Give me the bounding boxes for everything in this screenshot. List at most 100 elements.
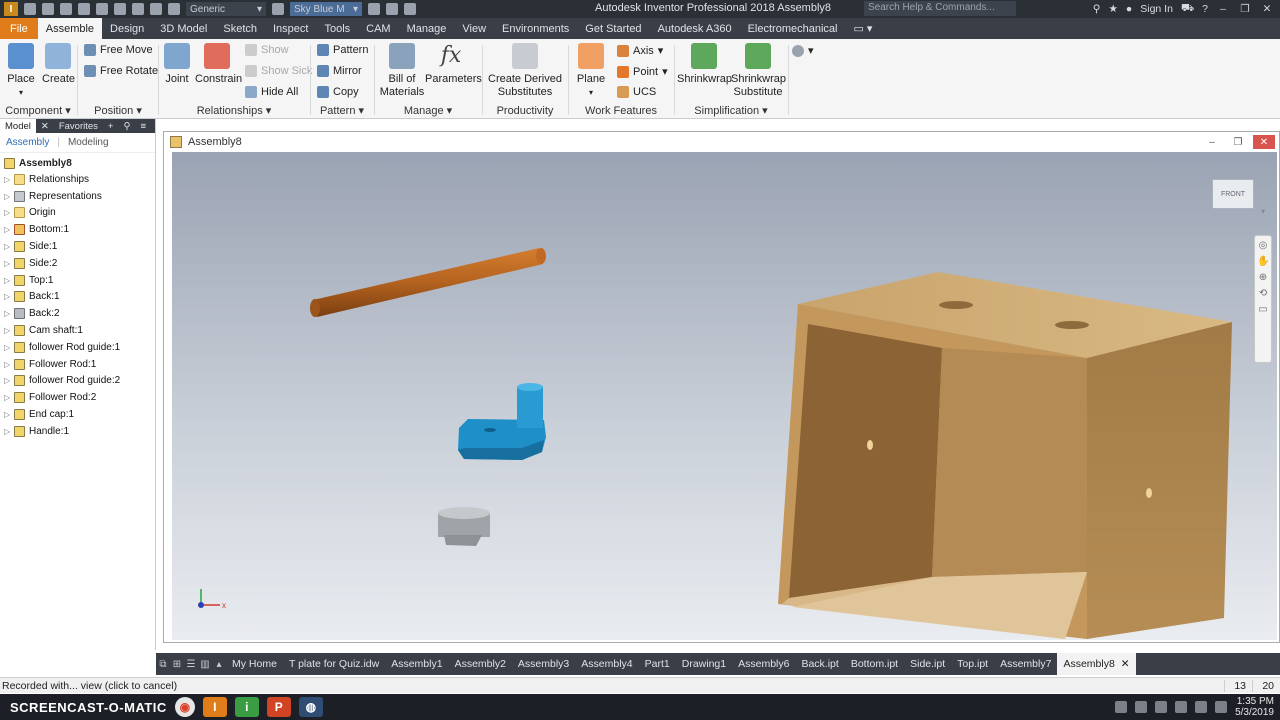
cart-icon[interactable]: ⛟ [1181,2,1194,16]
shrinkwrap-button[interactable]: Shrinkwrap [677,43,732,86]
bill-of-materials-button[interactable]: Bill of Materials [379,43,425,99]
expand-icon[interactable]: ▷ [4,360,10,369]
tree-node-top-1[interactable]: ▷ Top:1 [0,272,155,289]
expand-icon[interactable]: ▷ [4,410,10,419]
group-label-manage[interactable]: Manage ▾ [375,104,481,117]
group-label-relationships[interactable]: Relationships ▾ [159,104,309,117]
star-icon[interactable]: ★ [1108,3,1117,15]
volume-icon[interactable] [1215,701,1228,713]
shrinkwrap-substitute-button[interactable]: Shrinkwrap Substitute [731,43,786,99]
tree-node-cam-shaft-1[interactable]: ▷ Cam shaft:1 [0,322,155,339]
tab-autodesk-a360[interactable]: Autodesk A360 [650,18,740,39]
subtab-assembly[interactable]: Assembly [6,137,49,148]
tree-node-side-1[interactable]: ▷ Side:1 [0,238,155,255]
tray-icon[interactable] [1115,701,1128,713]
maximize-button[interactable]: ❐ [1238,3,1252,15]
axis-button[interactable]: Axis ▾ [617,44,663,57]
look-at-icon[interactable]: ▭ [1257,304,1269,316]
orbit-icon[interactable]: ⟲ [1257,288,1269,300]
sign-in-link[interactable]: Sign In [1140,3,1173,15]
taskbar-clock[interactable]: 1:35 PM 5/3/2019 [1235,696,1274,718]
ribbon-extra-dropdown[interactable]: ▾ [792,44,814,57]
expand-icon[interactable]: ▷ [4,208,10,217]
appearance-icon[interactable] [272,3,284,15]
inventor-taskbar-icon[interactable]: I [202,697,227,717]
search-input[interactable]: Search Help & Commands... [864,1,1016,16]
expand-icon[interactable]: ▷ [4,343,10,352]
group-label-simplification[interactable]: Simplification ▾ [675,104,787,117]
doc-tab-assembly1[interactable]: Assembly1 [385,653,448,675]
expand-icon[interactable]: ▷ [4,393,10,402]
close-button[interactable]: ✕ [1260,3,1274,15]
free-rotate-button[interactable]: Free Rotate [84,65,158,77]
view-cube[interactable]: ⌂ FRONT ▾ [1203,157,1265,217]
doc-tab-assembly6[interactable]: Assembly6 [732,653,795,675]
expand-icon[interactable]: ▷ [4,242,10,251]
cascade-icon[interactable]: ⧉ [156,653,170,675]
doc-tab-back-ipt[interactable]: Back.ipt [795,653,844,675]
expand-icon[interactable]: ▷ [4,259,10,268]
doc-tab-assembly3[interactable]: Assembly3 [512,653,575,675]
redo-icon[interactable] [96,3,108,15]
tree-node-side-2[interactable]: ▷ Side:2 [0,255,155,272]
tree-node-follower-rod-2[interactable]: ▷ Follower Rod:2 [0,389,155,406]
home-view-icon[interactable]: ⌂ [1210,157,1217,169]
home-icon[interactable] [114,3,126,15]
pattern-button[interactable]: Pattern [317,44,368,56]
tab-design[interactable]: Design [102,18,152,39]
group-label-pattern[interactable]: Pattern ▾ [311,104,373,117]
expand-icon[interactable]: ▷ [4,309,10,318]
tree-node-bottom-1[interactable]: ▷ Bottom:1 [0,221,155,238]
constrain-button[interactable]: Constrain [195,43,242,86]
graphics-viewport[interactable]: x [172,152,1277,640]
powerpoint-icon[interactable]: P [266,697,291,717]
tray-icon[interactable] [1155,701,1168,713]
network-icon[interactable] [1195,701,1208,713]
expand-icon[interactable]: ▷ [4,292,10,301]
tree-node-representations[interactable]: ▷ Representations [0,188,155,205]
screencast-taskbar-icon[interactable]: ◍ [298,697,323,717]
update-icon[interactable] [132,3,144,15]
doc-tab-assembly4[interactable]: Assembly4 [575,653,638,675]
mirror-button[interactable]: Mirror [317,65,362,77]
doc-tab-side-ipt[interactable]: Side.ipt [904,653,951,675]
document-minimize-button[interactable]: – [1201,135,1223,149]
copy-button[interactable]: Copy [317,86,359,98]
tree-node-back-2[interactable]: ▷ Back:2 [0,305,155,322]
search-icon[interactable]: ⚲ [118,121,135,132]
plane-button[interactable]: Plane ▾ [575,43,607,99]
binoculars-icon[interactable]: ⚲ [1093,3,1101,15]
tab-model[interactable]: Model [0,119,36,133]
joint-button[interactable]: Joint [163,43,191,86]
doc-tab-assembly2[interactable]: Assembly2 [449,653,512,675]
tree-node-handle-1[interactable]: ▷ Handle:1 [0,423,155,440]
doc-tab-t-plate[interactable]: T plate for Quiz.idw [283,653,385,675]
menu-icon[interactable]: ≡ [135,121,151,132]
full-navigation-wheel-icon[interactable]: ◎ [1257,240,1269,252]
doc-tab-assembly8[interactable]: Assembly8 ✕ [1057,653,1136,675]
tree-node-end-cap-1[interactable]: ▷ End cap:1 [0,406,155,423]
viewcube-front-face[interactable]: FRONT [1212,179,1254,209]
tab-manage[interactable]: Manage [399,18,455,39]
tab-list-icon[interactable]: ▴ [212,653,226,675]
close-icon[interactable]: ✕ [36,121,54,132]
tab-environments[interactable]: Environments [494,18,577,39]
doc-tab-assembly7[interactable]: Assembly7 [994,653,1057,675]
style-combo[interactable]: Generic ▾ [186,2,266,16]
user-icon[interactable]: ● [1126,3,1132,15]
arrange-horizontal-icon[interactable]: ☰ [184,653,198,675]
tree-node-follower-rod-1[interactable]: ▷ Follower Rod:1 [0,356,155,373]
minimize-button[interactable]: – [1216,3,1230,15]
show-button[interactable]: Show [245,44,289,56]
tree-node-follower-rod-guide-2[interactable]: ▷ follower Rod guide:2 [0,373,155,390]
tab-electromechanical[interactable]: Electromechanical [740,18,846,39]
follower-rod-guide-part[interactable] [458,383,546,460]
doc-tab-bottom-ipt[interactable]: Bottom.ipt [845,653,904,675]
help-icon[interactable]: ? [1202,3,1208,15]
tab-sketch[interactable]: Sketch [215,18,265,39]
inventor-app-icon[interactable]: I [4,2,18,16]
clear-icon[interactable] [386,3,398,15]
ribbon-options-icon[interactable]: ▭ ▾ [845,18,880,39]
tab-view[interactable]: View [454,18,494,39]
group-label-component[interactable]: Component ▾ [0,104,76,117]
